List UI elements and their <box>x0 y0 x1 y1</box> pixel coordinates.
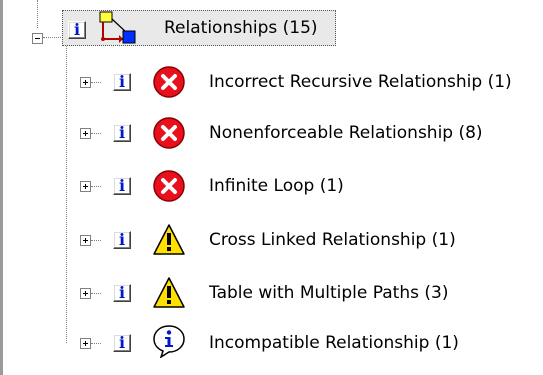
info-button[interactable]: i <box>68 21 86 39</box>
tree-node-relationships[interactable]: i Relationships (15) <box>62 10 336 46</box>
info-icon: i <box>73 20 81 39</box>
info-button[interactable]: i <box>113 231 131 249</box>
info-button[interactable]: i <box>113 73 131 91</box>
expand-toggle[interactable] <box>80 77 91 88</box>
tree-guide-line <box>66 46 67 343</box>
info-button[interactable]: i <box>113 124 131 142</box>
tree-node-label[interactable]: Incompatible Relationship (1) <box>209 332 459 354</box>
tree-guide-line <box>43 37 61 38</box>
warning-icon <box>153 277 185 308</box>
info-icon: i <box>118 230 126 249</box>
info-balloon-icon <box>153 325 185 358</box>
relationship-diagram-icon <box>99 11 136 44</box>
tree-node-label: Relationships (15) <box>164 18 318 38</box>
expand-toggle[interactable] <box>80 128 91 139</box>
error-icon <box>153 117 185 149</box>
relationship-tree: i Relationships (15) i Incorrect Recursi… <box>0 0 543 375</box>
tree-guide-line <box>91 186 101 187</box>
tree-node-label[interactable]: Incorrect Recursive Relationship (1) <box>209 71 512 93</box>
tree-guide-line <box>91 133 101 134</box>
expand-toggle[interactable] <box>80 235 91 246</box>
info-button[interactable]: i <box>113 284 131 302</box>
collapse-toggle-relationships[interactable] <box>32 33 43 44</box>
info-icon: i <box>118 333 126 352</box>
tree-guide-line <box>91 240 101 241</box>
info-button[interactable]: i <box>113 177 131 195</box>
info-icon: i <box>118 72 126 91</box>
error-icon <box>153 66 185 98</box>
info-icon: i <box>118 123 126 142</box>
expand-toggle[interactable] <box>80 181 91 192</box>
info-icon: i <box>118 283 126 302</box>
info-icon: i <box>118 176 126 195</box>
info-button[interactable]: i <box>113 334 131 352</box>
tree-guide-line <box>37 0 38 28</box>
tree-guide-line <box>91 343 101 344</box>
expand-toggle[interactable] <box>80 338 91 349</box>
tree-node-label[interactable]: Cross Linked Relationship (1) <box>209 229 456 251</box>
expand-toggle[interactable] <box>80 288 91 299</box>
tree-guide-line <box>91 82 101 83</box>
tree-node-label[interactable]: Infinite Loop (1) <box>209 175 344 197</box>
warning-icon <box>153 224 185 255</box>
error-icon <box>153 170 185 202</box>
tree-node-label[interactable]: Nonenforceable Relationship (8) <box>209 122 483 144</box>
tree-node-label[interactable]: Table with Multiple Paths (3) <box>209 282 448 304</box>
tree-guide-line <box>91 293 101 294</box>
